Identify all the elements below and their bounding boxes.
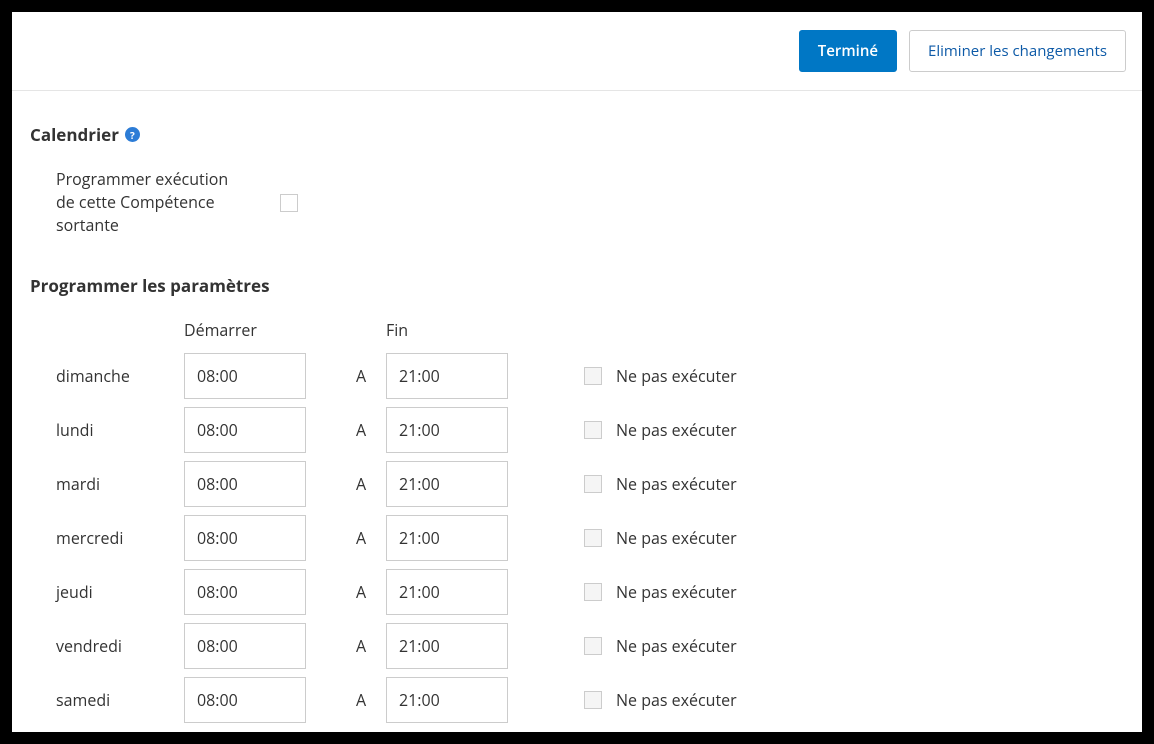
do-not-run-checkbox[interactable] <box>584 637 602 655</box>
do-not-run-label: Ne pas exécuter <box>616 527 737 549</box>
schedule-enable-row: Programmer exécution de cette Compétence… <box>56 168 1124 238</box>
schedule-row: mercredi A Ne pas exécuter <box>56 515 1124 561</box>
separator-label: A <box>336 419 386 441</box>
schedule-row: samedi A Ne pas exécuter <box>56 677 1124 723</box>
do-not-run-checkbox[interactable] <box>584 475 602 493</box>
end-time-input[interactable] <box>386 461 508 507</box>
schedule-row: mardi A Ne pas exécuter <box>56 461 1124 507</box>
do-not-run-group: Ne pas exécuter <box>584 581 737 603</box>
separator-label: A <box>336 527 386 549</box>
day-label: jeudi <box>56 581 184 603</box>
end-time-input[interactable] <box>386 515 508 561</box>
do-not-run-group: Ne pas exécuter <box>584 527 737 549</box>
content-area: Calendrier ? Programmer exécution de cet… <box>12 91 1142 732</box>
day-label: mercredi <box>56 527 184 549</box>
do-not-run-group: Ne pas exécuter <box>584 365 737 387</box>
discard-button[interactable]: Eliminer les changements <box>909 30 1126 72</box>
calendar-section-title: Calendrier ? <box>30 123 1124 146</box>
help-icon[interactable]: ? <box>125 127 140 142</box>
day-label: lundi <box>56 419 184 441</box>
do-not-run-checkbox[interactable] <box>584 583 602 601</box>
do-not-run-group: Ne pas exécuter <box>584 419 737 441</box>
end-time-input[interactable] <box>386 677 508 723</box>
separator-label: A <box>336 365 386 387</box>
day-label: samedi <box>56 689 184 711</box>
separator-label: A <box>336 635 386 657</box>
do-not-run-label: Ne pas exécuter <box>616 419 737 441</box>
schedule-row: dimanche A Ne pas exécuter <box>56 353 1124 399</box>
do-not-run-checkbox[interactable] <box>584 421 602 439</box>
do-not-run-checkbox[interactable] <box>584 529 602 547</box>
do-not-run-label: Ne pas exécuter <box>616 581 737 603</box>
end-header: Fin <box>386 319 584 341</box>
start-time-input[interactable] <box>184 623 306 669</box>
header-bar: Terminé Eliminer les changements <box>12 12 1142 91</box>
end-time-input[interactable] <box>386 407 508 453</box>
do-not-run-label: Ne pas exécuter <box>616 365 737 387</box>
settings-panel: Terminé Eliminer les changements Calendr… <box>12 12 1142 732</box>
do-not-run-checkbox[interactable] <box>584 691 602 709</box>
done-button[interactable]: Terminé <box>799 30 897 72</box>
do-not-run-group: Ne pas exécuter <box>584 635 737 657</box>
start-time-input[interactable] <box>184 461 306 507</box>
schedule-row: jeudi A Ne pas exécuter <box>56 569 1124 615</box>
schedule-row: vendredi A Ne pas exécuter <box>56 623 1124 669</box>
start-time-input[interactable] <box>184 515 306 561</box>
end-time-input[interactable] <box>386 623 508 669</box>
schedule-row: lundi A Ne pas exécuter <box>56 407 1124 453</box>
schedule-headers: Démarrer Fin <box>56 319 1124 341</box>
do-not-run-group: Ne pas exécuter <box>584 473 737 495</box>
schedule-section-title: Programmer les paramètres <box>30 274 1124 297</box>
start-time-input[interactable] <box>184 569 306 615</box>
day-label: vendredi <box>56 635 184 657</box>
start-time-input[interactable] <box>184 677 306 723</box>
start-time-input[interactable] <box>184 407 306 453</box>
calendar-title-text: Calendrier <box>30 123 119 146</box>
separator-label: A <box>336 689 386 711</box>
day-label: mardi <box>56 473 184 495</box>
do-not-run-label: Ne pas exécuter <box>616 689 737 711</box>
do-not-run-label: Ne pas exécuter <box>616 635 737 657</box>
start-header: Démarrer <box>184 319 336 341</box>
schedule-enable-label: Programmer exécution de cette Compétence… <box>56 168 236 238</box>
do-not-run-group: Ne pas exécuter <box>584 689 737 711</box>
schedule-enable-checkbox[interactable] <box>280 194 298 212</box>
separator-label: A <box>336 473 386 495</box>
separator-label: A <box>336 581 386 603</box>
day-label: dimanche <box>56 365 184 387</box>
do-not-run-checkbox[interactable] <box>584 367 602 385</box>
schedule-table: Démarrer Fin dimancheANe pas exécuterlun… <box>56 319 1124 723</box>
schedule-title-text: Programmer les paramètres <box>30 274 270 297</box>
end-time-input[interactable] <box>386 353 508 399</box>
do-not-run-label: Ne pas exécuter <box>616 473 737 495</box>
end-time-input[interactable] <box>386 569 508 615</box>
start-time-input[interactable] <box>184 353 306 399</box>
